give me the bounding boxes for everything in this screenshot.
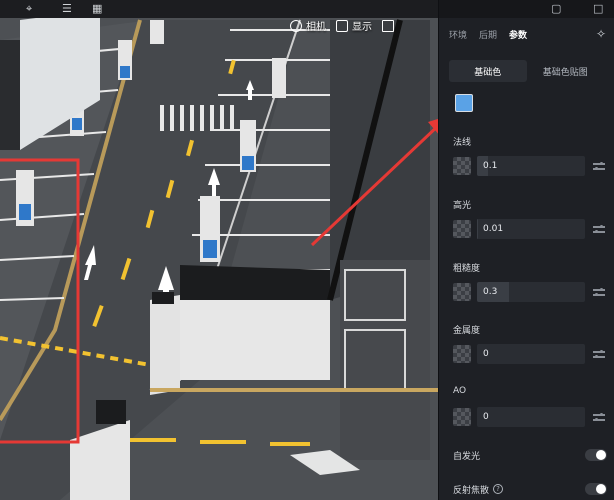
tab-parameters[interactable]: 参数	[509, 28, 527, 41]
property-value-field[interactable]: 0.3	[477, 282, 585, 302]
sliders-icon[interactable]	[593, 349, 605, 359]
property-value-field[interactable]: 0.01	[477, 219, 585, 239]
property-row: 0.3	[453, 281, 609, 303]
toggle-label: 自发光	[453, 451, 481, 462]
sparkle-icon[interactable]: ✧	[596, 27, 606, 41]
camera-label: 相机	[306, 22, 326, 33]
toggle-switch[interactable]	[585, 483, 607, 495]
subtab-base-color-map[interactable]: 基础色贴图	[527, 60, 605, 82]
3d-viewport[interactable]: ⌖ ☰ ▦ 相机 显示	[0, 0, 438, 500]
toggle-row-caustics: 反射焦散?	[453, 481, 609, 497]
texture-slot[interactable]	[453, 220, 471, 238]
property-label: 粗糙度	[453, 264, 481, 274]
viewport-top-strip: ⌖ ☰ ▦	[0, 0, 438, 18]
property-row: 0	[453, 406, 609, 428]
color-subtabs: 基础色 基础色贴图	[449, 60, 604, 82]
grid-icon[interactable]: ▦	[92, 2, 102, 15]
pin-icon[interactable]: ⌖	[26, 2, 32, 16]
property-value-field[interactable]: 0	[477, 407, 585, 427]
subtab-base-color[interactable]: 基础色	[449, 60, 527, 82]
property-value: 0.01	[483, 224, 504, 234]
help-icon[interactable]: ?	[493, 484, 504, 494]
display-button[interactable]: 显示	[336, 18, 372, 33]
property-value: 0.1	[483, 161, 498, 171]
property-value: 0	[483, 349, 489, 359]
display-label: 显示	[352, 22, 372, 33]
sliders-icon[interactable]	[593, 161, 605, 171]
property-row: 0.01	[453, 218, 609, 240]
layers-button[interactable]	[382, 19, 394, 32]
property-label: AO	[453, 386, 467, 396]
panel-top-strip: ▢ □	[439, 0, 614, 18]
sliders-icon[interactable]	[593, 287, 605, 297]
camera-icon	[290, 19, 302, 32]
toggle-label: 反射焦散	[453, 485, 490, 496]
property-label: 金属度	[453, 326, 481, 336]
window-icon[interactable]: ▢	[551, 2, 561, 15]
texture-slot[interactable]	[453, 345, 471, 363]
toggle-switch[interactable]	[585, 449, 607, 461]
texture-slot[interactable]	[453, 408, 471, 426]
menu-icon[interactable]: ☰	[62, 2, 72, 15]
tab-postprocess[interactable]: 后期	[479, 28, 497, 41]
property-value-field[interactable]: 0	[477, 344, 585, 364]
close-panel-icon[interactable]: □	[593, 2, 603, 15]
sliders-icon[interactable]	[593, 412, 605, 422]
properties-panel: ▢ □ 环境 后期 参数 ✧ 基础色 基础色贴图 法线 0.1 高光 0.01 粗糙度 0…	[438, 0, 614, 500]
property-row: 0	[453, 343, 609, 365]
parking-lot-scene[interactable]	[0, 0, 438, 500]
display-icon	[336, 19, 348, 32]
toggle-row-emissive: 自发光	[453, 447, 609, 463]
sliders-icon[interactable]	[593, 224, 605, 234]
property-value: 0	[483, 412, 489, 422]
property-label: 高光	[453, 201, 472, 211]
value-fill	[477, 219, 479, 239]
base-color-swatch[interactable]	[455, 94, 473, 112]
tab-environment[interactable]: 环境	[449, 28, 467, 41]
property-value: 0.3	[483, 287, 498, 297]
property-row: 0.1	[453, 155, 609, 177]
texture-slot[interactable]	[453, 283, 471, 301]
panel-tabs: 环境 后期 参数 ✧	[439, 18, 614, 50]
property-value-field[interactable]: 0.1	[477, 156, 585, 176]
layers-icon	[382, 19, 394, 32]
viewport-toolbar: 相机 显示	[290, 18, 394, 33]
texture-slot[interactable]	[453, 157, 471, 175]
camera-button[interactable]: 相机	[290, 18, 326, 33]
property-label: 法线	[453, 138, 472, 148]
